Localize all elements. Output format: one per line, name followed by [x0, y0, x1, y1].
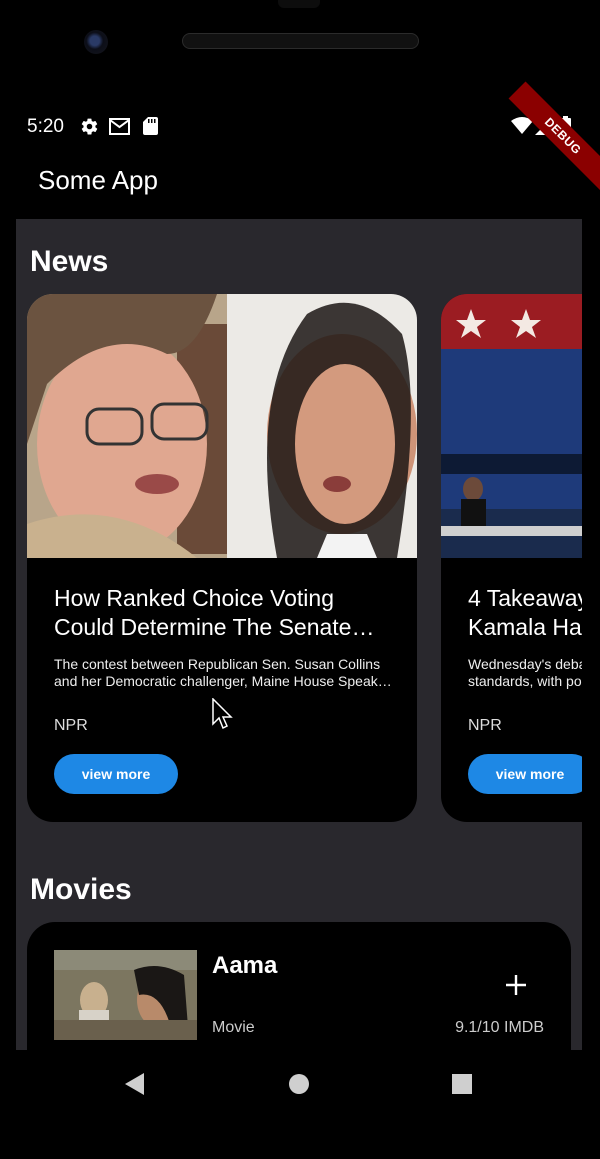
mouse-cursor-icon — [212, 697, 234, 735]
movie-card[interactable]: Aama Movie 9.1/10 IMDB — [27, 922, 571, 1050]
news-image — [27, 294, 417, 558]
news-section-title: News — [30, 245, 109, 278]
recents-icon[interactable] — [450, 1072, 474, 1096]
main-content[interactable]: News How Ranked Choice Voting Could Dete… — [16, 219, 582, 1050]
news-image — [441, 294, 582, 558]
device-notch — [278, 0, 320, 8]
movie-type: Movie — [212, 1019, 255, 1036]
navigation-bar — [0, 1050, 600, 1159]
news-description: The contest between Republican Sen. Susa… — [54, 656, 391, 689]
movie-rating: 9.1/10 IMDB — [455, 1019, 544, 1036]
gmail-icon — [108, 116, 130, 136]
news-card[interactable]: 4 Takeaways From The Pence - Kamala Harr… — [441, 294, 582, 822]
news-card[interactable]: How Ranked Choice Voting Could Determine… — [27, 294, 417, 822]
app-bar: Some App — [0, 150, 600, 218]
view-more-button[interactable]: view more — [54, 754, 178, 794]
app-title: Some App — [38, 165, 158, 195]
add-icon[interactable] — [501, 970, 531, 1000]
front-camera — [84, 30, 108, 54]
movie-title: Aama — [212, 952, 278, 979]
news-description: Wednesday's debate was a civil affair by… — [468, 656, 582, 689]
movies-section-title: Movies — [30, 873, 132, 906]
settings-icon — [79, 116, 99, 136]
view-more-button[interactable]: view more — [468, 754, 582, 794]
news-source: NPR — [468, 717, 502, 734]
earpiece-speaker — [182, 33, 419, 49]
news-title: How Ranked Choice Voting Could Determine… — [54, 585, 352, 640]
home-icon[interactable] — [287, 1072, 311, 1096]
status-bar: 5:20 — [0, 110, 600, 142]
news-title: 4 Takeaways From The Pence - Kamala Harr… — [468, 585, 582, 640]
status-time: 5:20 — [27, 116, 64, 137]
back-icon[interactable] — [122, 1072, 146, 1096]
movie-poster — [54, 950, 197, 1040]
sd-card-icon — [140, 116, 160, 136]
news-source: NPR — [54, 717, 88, 734]
